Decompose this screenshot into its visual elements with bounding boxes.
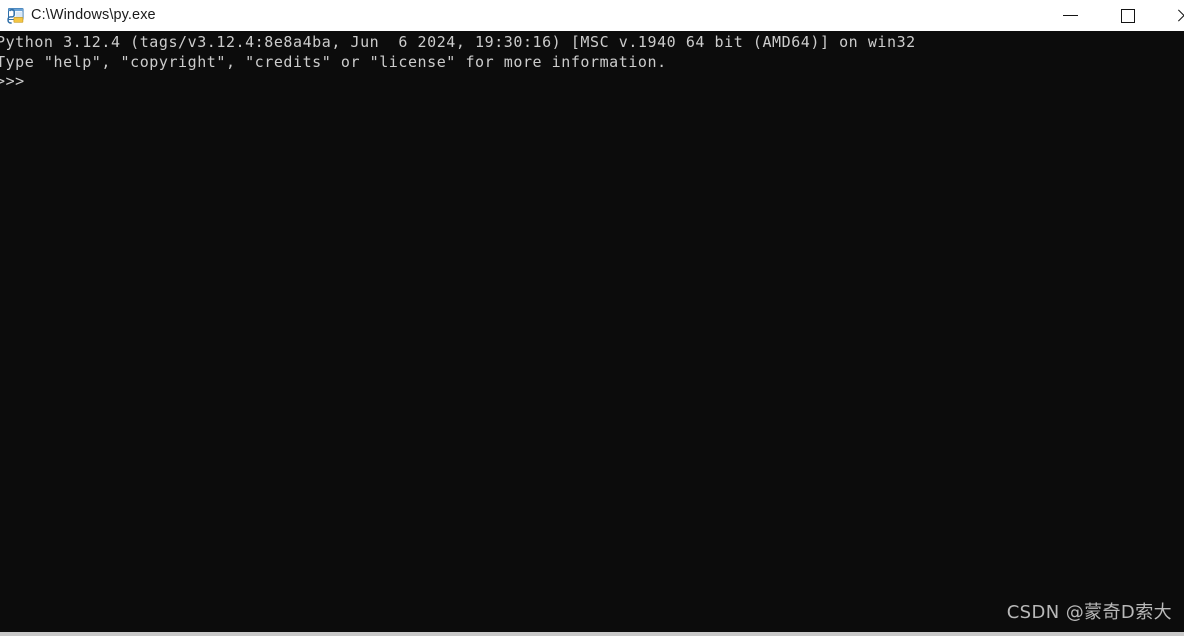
close-icon bbox=[1176, 9, 1184, 23]
close-button[interactable] bbox=[1163, 0, 1184, 31]
console-output-area[interactable]: Python 3.12.4 (tags/v3.12.4:8e8a4ba, Jun… bbox=[0, 31, 1184, 632]
python-console-icon bbox=[6, 6, 25, 25]
console-text: Python 3.12.4 (tags/v3.12.4:8e8a4ba, Jun… bbox=[0, 33, 916, 90]
maximize-button[interactable] bbox=[1105, 0, 1151, 31]
window-title: C:\Windows\py.exe bbox=[31, 7, 156, 23]
title-bar[interactable]: C:\Windows\py.exe bbox=[0, 0, 1184, 31]
maximize-icon bbox=[1121, 8, 1135, 23]
minimize-button[interactable] bbox=[1047, 0, 1093, 31]
bottom-edge-strip bbox=[0, 632, 1184, 636]
python-console-window: C:\Windows\py.exe Python 3.12.4 (tags/v3… bbox=[0, 0, 1184, 636]
minimize-icon bbox=[1062, 15, 1078, 16]
watermark: CSDN @蒙奇D索大 bbox=[1006, 602, 1172, 623]
